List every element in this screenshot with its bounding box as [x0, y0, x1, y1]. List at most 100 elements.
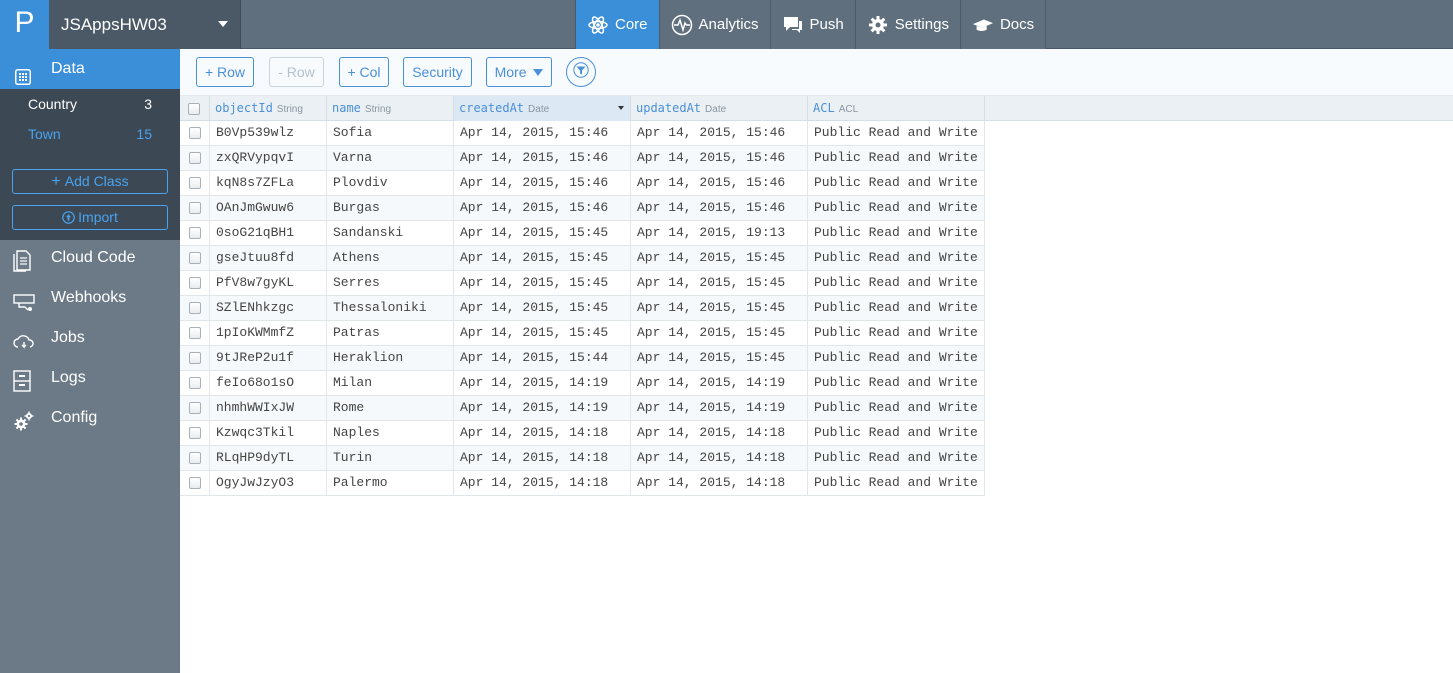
row-checkbox[interactable]	[189, 477, 201, 489]
cell-updatedat[interactable]: Apr 14, 2015, 15:45	[631, 321, 808, 346]
security-button[interactable]: Security	[403, 57, 472, 87]
cell-acl[interactable]: Public Read and Write	[808, 271, 985, 296]
table-row[interactable]: zxQRVypqvI Varna Apr 14, 2015, 15:46 Apr 14…	[180, 146, 985, 171]
column-header-updatedat[interactable]: updatedAt Date	[631, 96, 808, 121]
column-header-createdat[interactable]: createdAt Date	[454, 96, 631, 121]
cell-objectid[interactable]: OAnJmGwuw6	[210, 196, 327, 221]
sidebar-item-data[interactable]: Data	[0, 49, 180, 89]
table-row[interactable]: RLqHP9dyTL Turin Apr 14, 2015, 14:18 Apr 14…	[180, 446, 985, 471]
cell-name[interactable]: Sandanski	[327, 221, 454, 246]
cell-name[interactable]: Patras	[327, 321, 454, 346]
row-checkbox[interactable]	[189, 302, 201, 314]
table-row[interactable]: kqN8s7ZFLa Plovdiv Apr 14, 2015, 15:46 Apr …	[180, 171, 985, 196]
cell-name[interactable]: Sofia	[327, 121, 454, 146]
cell-name[interactable]: Naples	[327, 421, 454, 446]
class-item-town[interactable]: Town 15	[0, 120, 180, 148]
cell-objectid[interactable]: OgyJwJzyO3	[210, 471, 327, 496]
cell-acl[interactable]: Public Read and Write	[808, 196, 985, 221]
remove-row-button[interactable]: - Row	[269, 57, 324, 87]
table-row[interactable]: 1pIoKWMmfZ Patras Apr 14, 2015, 15:45 Apr 1…	[180, 321, 985, 346]
cell-createdat[interactable]: Apr 14, 2015, 15:45	[454, 296, 631, 321]
column-header-objectid[interactable]: objectId String	[210, 96, 327, 121]
cell-updatedat[interactable]: Apr 14, 2015, 15:45	[631, 271, 808, 296]
cell-objectid[interactable]: zxQRVypqvI	[210, 146, 327, 171]
cell-acl[interactable]: Public Read and Write	[808, 146, 985, 171]
cell-createdat[interactable]: Apr 14, 2015, 14:19	[454, 396, 631, 421]
row-checkbox[interactable]	[189, 427, 201, 439]
cell-createdat[interactable]: Apr 14, 2015, 15:45	[454, 246, 631, 271]
cell-updatedat[interactable]: Apr 14, 2015, 14:18	[631, 421, 808, 446]
app-selector[interactable]: JSAppsHW03	[49, 0, 241, 49]
row-checkbox[interactable]	[189, 152, 201, 164]
cell-createdat[interactable]: Apr 14, 2015, 15:46	[454, 121, 631, 146]
cell-updatedat[interactable]: Apr 14, 2015, 15:45	[631, 346, 808, 371]
cell-createdat[interactable]: Apr 14, 2015, 15:45	[454, 271, 631, 296]
cell-createdat[interactable]: Apr 14, 2015, 15:46	[454, 171, 631, 196]
cell-objectid[interactable]: feIo68o1sO	[210, 371, 327, 396]
cell-updatedat[interactable]: Apr 14, 2015, 15:46	[631, 171, 808, 196]
filter-button[interactable]	[566, 57, 596, 87]
cell-createdat[interactable]: Apr 14, 2015, 14:18	[454, 446, 631, 471]
row-checkbox[interactable]	[189, 202, 201, 214]
cell-updatedat[interactable]: Apr 14, 2015, 14:19	[631, 396, 808, 421]
cell-updatedat[interactable]: Apr 14, 2015, 15:45	[631, 296, 808, 321]
cell-acl[interactable]: Public Read and Write	[808, 471, 985, 496]
cell-createdat[interactable]: Apr 14, 2015, 15:46	[454, 196, 631, 221]
cell-objectid[interactable]: 9tJReP2u1f	[210, 346, 327, 371]
table-row[interactable]: gseJtuu8fd Athens Apr 14, 2015, 15:45 Apr 1…	[180, 246, 985, 271]
row-checkbox[interactable]	[189, 352, 201, 364]
add-class-button[interactable]: + Add Class	[12, 169, 168, 194]
cell-name[interactable]: Plovdiv	[327, 171, 454, 196]
cell-name[interactable]: Athens	[327, 246, 454, 271]
row-checkbox[interactable]	[189, 227, 201, 239]
more-button[interactable]: More	[486, 57, 552, 87]
cell-updatedat[interactable]: Apr 14, 2015, 15:46	[631, 121, 808, 146]
cell-updatedat[interactable]: Apr 14, 2015, 15:46	[631, 146, 808, 171]
table-row[interactable]: nhmhWWIxJW Rome Apr 14, 2015, 14:19 Apr 14,…	[180, 396, 985, 421]
row-checkbox[interactable]	[189, 377, 201, 389]
column-header-name[interactable]: name String	[327, 96, 454, 121]
table-row[interactable]: SZlENhkzgc Thessaloniki Apr 14, 2015, 15:4…	[180, 296, 985, 321]
cell-objectid[interactable]: SZlENhkzgc	[210, 296, 327, 321]
tab-analytics[interactable]: Analytics	[658, 0, 770, 49]
cell-updatedat[interactable]: Apr 14, 2015, 14:18	[631, 446, 808, 471]
row-checkbox[interactable]	[189, 177, 201, 189]
cell-updatedat[interactable]: Apr 14, 2015, 15:45	[631, 246, 808, 271]
cell-acl[interactable]: Public Read and Write	[808, 246, 985, 271]
table-row[interactable]: OAnJmGwuw6 Burgas Apr 14, 2015, 15:46 Apr 1…	[180, 196, 985, 221]
parse-logo[interactable]: P	[0, 0, 49, 49]
row-checkbox[interactable]	[189, 452, 201, 464]
select-all-checkbox[interactable]	[188, 103, 200, 115]
import-button[interactable]: Import	[12, 205, 168, 230]
table-row[interactable]: 9tJReP2u1f Heraklion Apr 14, 2015, 15:44 Ap…	[180, 346, 985, 371]
row-checkbox[interactable]	[189, 327, 201, 339]
cell-objectid[interactable]: B0Vp539wlz	[210, 121, 327, 146]
class-item-country[interactable]: Country 3	[0, 90, 180, 118]
cell-objectid[interactable]: 1pIoKWMmfZ	[210, 321, 327, 346]
cell-acl[interactable]: Public Read and Write	[808, 121, 985, 146]
row-checkbox[interactable]	[189, 127, 201, 139]
cell-createdat[interactable]: Apr 14, 2015, 15:45	[454, 221, 631, 246]
tab-core[interactable]: Core	[575, 0, 659, 49]
cell-name[interactable]: Turin	[327, 446, 454, 471]
table-row[interactable]: PfV8w7gyKL Serres Apr 14, 2015, 15:45 Apr 1…	[180, 271, 985, 296]
cell-updatedat[interactable]: Apr 14, 2015, 19:13	[631, 221, 808, 246]
sidebar-item-logs[interactable]: Logs	[0, 358, 180, 398]
cell-createdat[interactable]: Apr 14, 2015, 14:19	[454, 371, 631, 396]
sidebar-item-webhooks[interactable]: Webhooks	[0, 278, 180, 318]
row-checkbox[interactable]	[189, 252, 201, 264]
row-checkbox[interactable]	[189, 402, 201, 414]
cell-objectid[interactable]: gseJtuu8fd	[210, 246, 327, 271]
add-row-button[interactable]: + Row	[196, 57, 254, 87]
table-row[interactable]: Kzwqc3Tkil Naples Apr 14, 2015, 14:18 Apr 1…	[180, 421, 985, 446]
table-row[interactable]: B0Vp539wlz Sofia Apr 14, 2015, 15:46 Apr 14…	[180, 121, 985, 146]
cell-name[interactable]: Palermo	[327, 471, 454, 496]
cell-name[interactable]: Rome	[327, 396, 454, 421]
cell-objectid[interactable]: PfV8w7gyKL	[210, 271, 327, 296]
cell-acl[interactable]: Public Read and Write	[808, 346, 985, 371]
cell-objectid[interactable]: nhmhWWIxJW	[210, 396, 327, 421]
cell-objectid[interactable]: RLqHP9dyTL	[210, 446, 327, 471]
cell-updatedat[interactable]: Apr 14, 2015, 14:19	[631, 371, 808, 396]
cell-acl[interactable]: Public Read and Write	[808, 421, 985, 446]
cell-createdat[interactable]: Apr 14, 2015, 15:46	[454, 146, 631, 171]
